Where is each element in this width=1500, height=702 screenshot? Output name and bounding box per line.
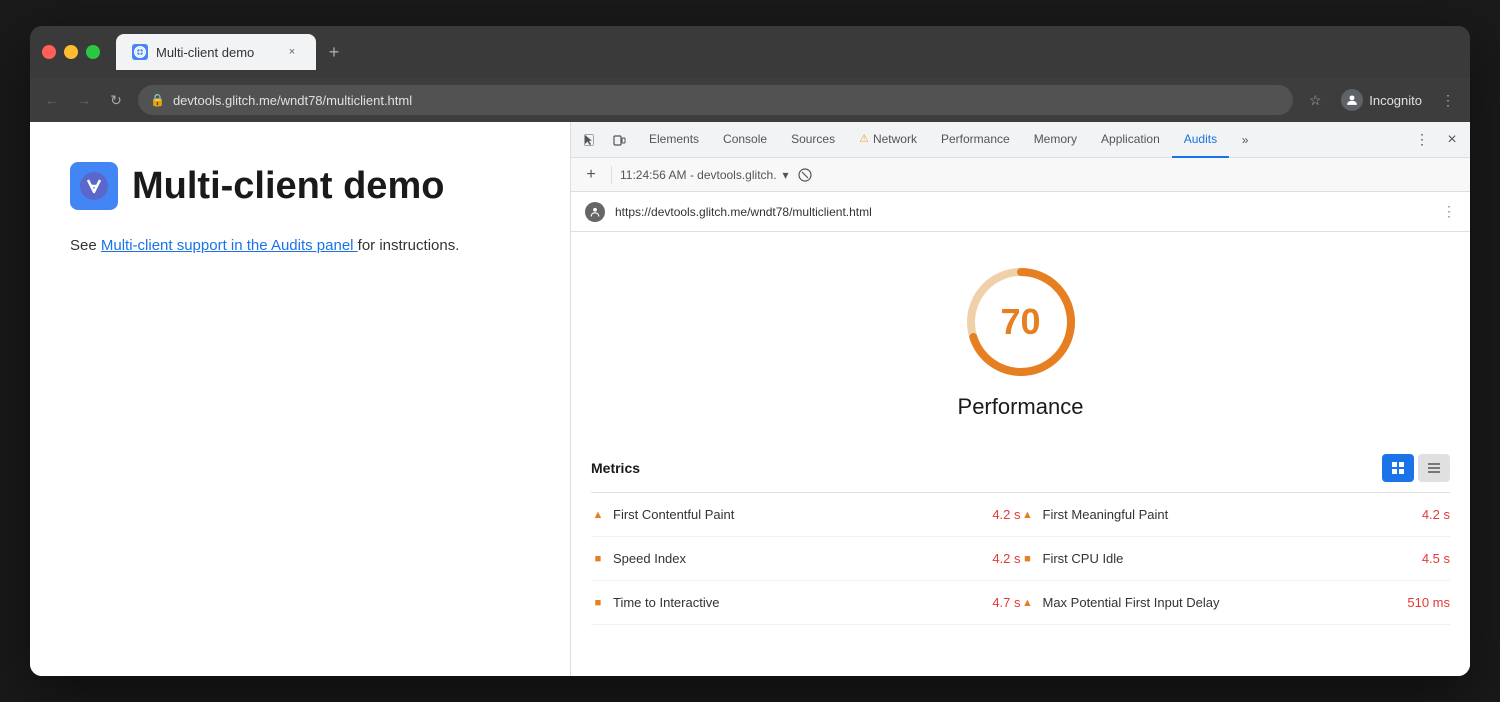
metrics-section: Metrics xyxy=(571,440,1470,676)
device-tool-button[interactable] xyxy=(605,126,633,154)
tabs-overflow-button[interactable]: » xyxy=(1231,126,1259,154)
devtools-controls xyxy=(575,126,633,154)
metric-row: Time to Interactive 4.7 s xyxy=(591,581,1021,625)
page-header: Multi-client demo xyxy=(70,162,530,210)
page-logo xyxy=(70,162,118,210)
grid-view-button[interactable] xyxy=(1382,454,1414,482)
audit-more-button[interactable]: ⋮ xyxy=(1442,203,1456,220)
audit-favicon xyxy=(585,202,605,222)
new-tab-button[interactable]: + xyxy=(320,38,348,66)
bookmark-button[interactable]: ☆ xyxy=(1301,86,1329,114)
address-input[interactable]: 🔒 devtools.glitch.me/wndt78/multiclient.… xyxy=(138,85,1293,115)
metric-value: 4.7 s xyxy=(992,595,1020,610)
metric-icon xyxy=(1021,508,1035,522)
metric-name: First CPU Idle xyxy=(1043,551,1414,566)
metric-name: First Contentful Paint xyxy=(613,507,984,522)
toolbar-timestamp: 11:24:56 AM - devtools.glitch. xyxy=(620,168,777,182)
close-traffic-light[interactable] xyxy=(42,45,56,59)
score-label: Performance xyxy=(958,394,1084,420)
score-area: 70 Performance xyxy=(571,232,1470,440)
minimize-traffic-light[interactable] xyxy=(64,45,78,59)
metrics-grid: First Contentful Paint 4.2 s First Meani… xyxy=(591,493,1450,625)
metric-value: 4.5 s xyxy=(1422,551,1450,566)
tab-network[interactable]: ⚠ Network xyxy=(847,122,929,158)
address-text: devtools.glitch.me/wndt78/multiclient.ht… xyxy=(173,93,1281,108)
main-content: Multi-client demo See Multi-client suppo… xyxy=(30,122,1470,676)
cursor-tool-button[interactable] xyxy=(575,126,603,154)
tab-elements[interactable]: Elements xyxy=(637,122,711,158)
metric-row: Speed Index 4.2 s xyxy=(591,537,1021,581)
browser-window: Multi-client demo × + ← → ↻ 🔒 devtools.g… xyxy=(30,26,1470,676)
tab-favicon xyxy=(132,44,148,60)
metric-icon xyxy=(591,552,605,566)
browser-actions: ☆ Incognito ⋮ xyxy=(1301,86,1462,114)
metric-name: Time to Interactive xyxy=(613,595,984,610)
tab-close-button[interactable]: × xyxy=(284,44,300,60)
devtools-tabs: Elements Console Sources ⚠ Network Perfo… xyxy=(571,122,1470,158)
metric-name: First Meaningful Paint xyxy=(1043,507,1414,522)
tab-memory[interactable]: Memory xyxy=(1022,122,1089,158)
title-bar: Multi-client demo × + xyxy=(30,26,1470,78)
audit-url-text: https://devtools.glitch.me/wndt78/multic… xyxy=(615,205,1432,219)
metric-icon xyxy=(1021,552,1035,566)
audit-url-bar: https://devtools.glitch.me/wndt78/multic… xyxy=(571,192,1470,232)
metric-row: First CPU Idle 4.5 s xyxy=(1021,537,1451,581)
browser-tab[interactable]: Multi-client demo × xyxy=(116,34,316,70)
metric-row: Max Potential First Input Delay 510 ms xyxy=(1021,581,1451,625)
maximize-traffic-light[interactable] xyxy=(86,45,100,59)
metric-value: 4.2 s xyxy=(992,551,1020,566)
score-circle: 70 xyxy=(961,262,1081,382)
network-warning-icon: ⚠ xyxy=(859,132,869,145)
metric-icon xyxy=(591,508,605,522)
metric-row: First Meaningful Paint 4.2 s xyxy=(1021,493,1451,537)
metric-value: 4.2 s xyxy=(1422,507,1450,522)
page-link[interactable]: Multi-client support in the Audits panel xyxy=(101,237,358,254)
metric-icon xyxy=(1021,596,1035,610)
tab-console[interactable]: Console xyxy=(711,122,779,158)
toolbar-divider xyxy=(611,166,612,184)
devtools-panel: Elements Console Sources ⚠ Network Perfo… xyxy=(570,122,1470,676)
metric-name: Max Potential First Input Delay xyxy=(1043,595,1400,610)
back-button[interactable]: ← xyxy=(38,86,66,114)
tab-audits[interactable]: Audits xyxy=(1172,122,1229,158)
page-title: Multi-client demo xyxy=(132,165,444,208)
metric-value: 510 ms xyxy=(1407,595,1450,610)
score-number: 70 xyxy=(1000,301,1040,343)
metrics-title: Metrics xyxy=(591,460,1382,476)
metric-name: Speed Index xyxy=(613,551,984,566)
page-area: Multi-client demo See Multi-client suppo… xyxy=(30,122,570,676)
toolbar-dropdown[interactable]: ▾ xyxy=(783,168,789,182)
devtools-close-button[interactable]: × xyxy=(1438,126,1466,154)
toolbar-clear-button[interactable] xyxy=(795,165,815,185)
metric-row: First Contentful Paint 4.2 s xyxy=(591,493,1021,537)
tab-application[interactable]: Application xyxy=(1089,122,1172,158)
metrics-header: Metrics xyxy=(591,440,1450,493)
devtools-toolbar: + 11:24:56 AM - devtools.glitch. ▾ xyxy=(571,158,1470,192)
browser-more-button[interactable]: ⋮ xyxy=(1434,86,1462,114)
list-view-button[interactable] xyxy=(1418,454,1450,482)
metric-icon xyxy=(591,596,605,610)
metric-value: 4.2 s xyxy=(992,507,1020,522)
forward-button[interactable]: → xyxy=(70,86,98,114)
devtools-more-button[interactable]: ⋮ xyxy=(1408,126,1436,154)
tab-performance[interactable]: Performance xyxy=(929,122,1022,158)
address-bar: ← → ↻ 🔒 devtools.glitch.me/wndt78/multic… xyxy=(30,78,1470,122)
profile-icon xyxy=(1341,89,1363,111)
tab-sources[interactable]: Sources xyxy=(779,122,847,158)
page-description: See Multi-client support in the Audits p… xyxy=(70,234,530,258)
toolbar-add-button[interactable]: + xyxy=(579,163,603,187)
devtools-action-buttons: ⋮ × xyxy=(1408,126,1466,154)
refresh-button[interactable]: ↻ xyxy=(102,86,130,114)
traffic-lights xyxy=(42,45,100,59)
profile-button[interactable]: Incognito xyxy=(1333,86,1430,114)
profile-label: Incognito xyxy=(1369,93,1422,108)
tab-bar: Multi-client demo × + xyxy=(116,34,1458,70)
view-toggle xyxy=(1382,454,1450,482)
tab-title: Multi-client demo xyxy=(156,45,254,60)
lock-icon: 🔒 xyxy=(150,93,165,107)
